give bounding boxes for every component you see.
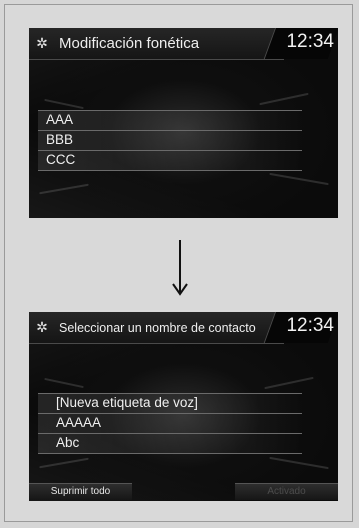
- list-item-label: [Nueva etiqueta de voz]: [56, 395, 198, 410]
- select-contact-screen: ✲ Seleccionar un nombre de contacto 12:3…: [29, 312, 338, 501]
- list-item-label: BBB: [46, 132, 74, 147]
- title-bar: ✲ Seleccionar un nombre de contacto 12:3…: [29, 312, 338, 344]
- list-item-label: AAA: [46, 112, 74, 127]
- clock: 12:34: [286, 315, 334, 336]
- gear-icon: ✲: [36, 35, 48, 51]
- list-item[interactable]: AAA: [38, 110, 302, 130]
- phonetic-edit-screen: ✲ Modificación fonética 12:34 AAA BBB CC…: [29, 28, 338, 218]
- decor-streak: [39, 457, 89, 469]
- decor-streak: [44, 98, 84, 110]
- list-item[interactable]: [Nueva etiqueta de voz]: [38, 393, 302, 413]
- contact-list: [Nueva etiqueta de voz] AAAAA Abc: [38, 393, 302, 454]
- delete-all-button[interactable]: Suprimir todo: [29, 483, 132, 500]
- decor-streak: [264, 376, 314, 390]
- decor-streak: [269, 172, 329, 186]
- list-item[interactable]: CCC: [38, 150, 302, 171]
- list-item-label: Abc: [56, 435, 80, 450]
- decor-streak: [259, 92, 309, 106]
- list-item-label: AAAAA: [56, 415, 102, 430]
- list-item-label: CCC: [46, 152, 76, 167]
- gear-icon: ✲: [36, 319, 48, 335]
- activated-button[interactable]: Activado: [235, 483, 338, 500]
- list-item[interactable]: AAAAA: [38, 413, 302, 433]
- screen-title: Seleccionar un nombre de contacto: [59, 321, 256, 335]
- list-item[interactable]: BBB: [38, 130, 302, 150]
- decor-streak: [39, 183, 89, 195]
- decor-streak: [44, 377, 84, 389]
- arrow-down-icon: [172, 240, 188, 296]
- list-item[interactable]: Abc: [38, 433, 302, 454]
- decor-streak: [269, 456, 329, 470]
- title-bar: ✲ Modificación fonética 12:34: [29, 28, 338, 60]
- screen-title: Modificación fonética: [59, 35, 200, 52]
- clock: 12:34: [286, 31, 334, 52]
- phonetic-list: AAA BBB CCC: [38, 110, 302, 171]
